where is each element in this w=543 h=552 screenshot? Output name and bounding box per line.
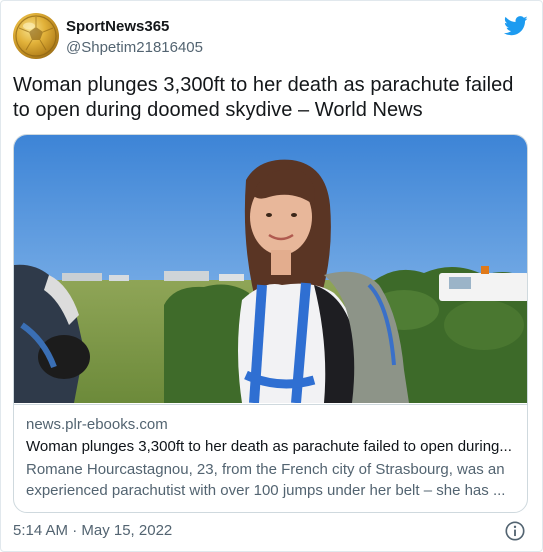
twitter-bird-icon[interactable] bbox=[504, 15, 528, 37]
display-name[interactable]: SportNews365 bbox=[66, 17, 203, 37]
card-description-line-1: Romane Hourcastagnou, 23, from the Frenc… bbox=[26, 461, 505, 478]
timestamp[interactable]: 5:14 AM · May 15, 2022 bbox=[13, 521, 172, 541]
avatar[interactable] bbox=[13, 13, 59, 59]
tweet-text-line-1: Woman plunges 3,300ft to her death as pa… bbox=[13, 74, 514, 96]
info-icon[interactable] bbox=[504, 520, 526, 542]
card-domain: news.plr-ebooks.com bbox=[26, 416, 168, 433]
author-names: SportNews365 @Shpetim21816405 bbox=[66, 17, 203, 58]
tweet-header: SportNews365 @Shpetim21816405 bbox=[13, 13, 530, 61]
tweet-embed: SportNews365 @Shpetim21816405 Woman plun… bbox=[0, 0, 543, 552]
tweet-text-line-2: to open during doomed skydive – World Ne… bbox=[13, 99, 423, 121]
skydiver-photo-icon bbox=[14, 135, 527, 403]
card-description-line-2: experienced parachutist with over 100 ju… bbox=[26, 482, 506, 499]
handle[interactable]: @Shpetim21816405 bbox=[66, 38, 203, 58]
gold-ball-icon bbox=[15, 15, 57, 57]
card-description: Romane Hourcastagnou, 23, from the Frenc… bbox=[26, 459, 517, 501]
card-title[interactable]: Woman plunges 3,300ft to her death as pa… bbox=[26, 437, 517, 457]
card-body: news.plr-ebooks.com Woman plunges 3,300f… bbox=[14, 404, 527, 512]
card-image[interactable] bbox=[14, 135, 527, 403]
link-card[interactable]: news.plr-ebooks.com Woman plunges 3,300f… bbox=[13, 134, 528, 513]
tweet-text: Woman plunges 3,300ft to her death as pa… bbox=[13, 73, 528, 123]
